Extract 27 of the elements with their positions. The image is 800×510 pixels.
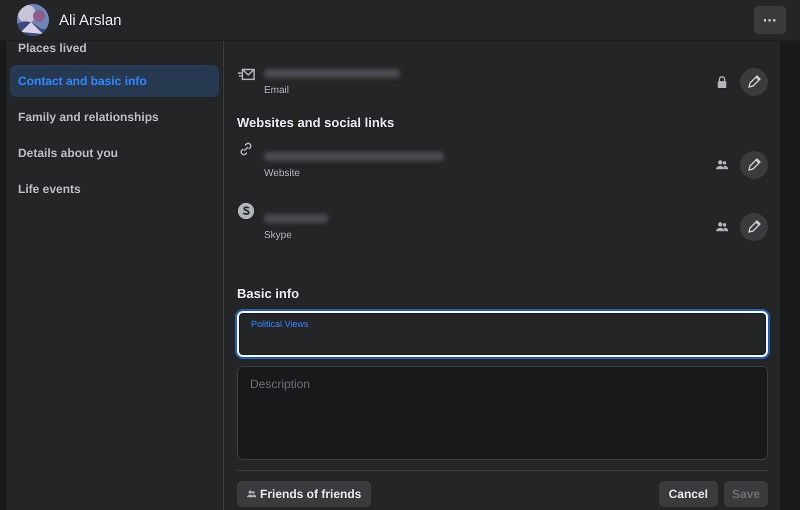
audience-button[interactable]: Friends of friends: [237, 481, 372, 507]
field-label: Website: [264, 168, 301, 178]
edit-button[interactable]: [740, 213, 768, 241]
friends-icon: [716, 159, 728, 171]
field-label: Skype: [264, 230, 293, 240]
section-heading: Basic info: [237, 286, 300, 301]
pencil-icon: [746, 219, 762, 235]
edit-button[interactable]: [740, 151, 768, 179]
skype-icon: [237, 202, 255, 220]
pencil-icon: [746, 74, 762, 90]
sidebar-item[interactable]: Family and relationships: [10, 101, 219, 133]
edit-button[interactable]: [740, 68, 768, 96]
pencil-icon: [746, 157, 762, 173]
friends-icon: [716, 221, 728, 233]
cancel-button[interactable]: Cancel: [658, 481, 718, 507]
sidebar-item[interactable]: Places lived: [10, 41, 219, 61]
field-label: Email: [264, 84, 290, 96]
profile-name: Ali Arslan: [59, 12, 122, 28]
description-field[interactable]: Description: [237, 366, 768, 460]
more-button[interactable]: ···: [754, 6, 786, 34]
sidebar-item[interactable]: Life events: [10, 173, 219, 205]
blurred-value: [264, 214, 328, 222]
sidebar-item[interactable]: Details about you: [10, 137, 219, 169]
lock-icon: [716, 76, 728, 88]
friends-icon: [247, 490, 256, 498]
section-heading: Websites and social links: [237, 115, 396, 130]
political-views-field[interactable]: Political Views: [237, 311, 768, 357]
